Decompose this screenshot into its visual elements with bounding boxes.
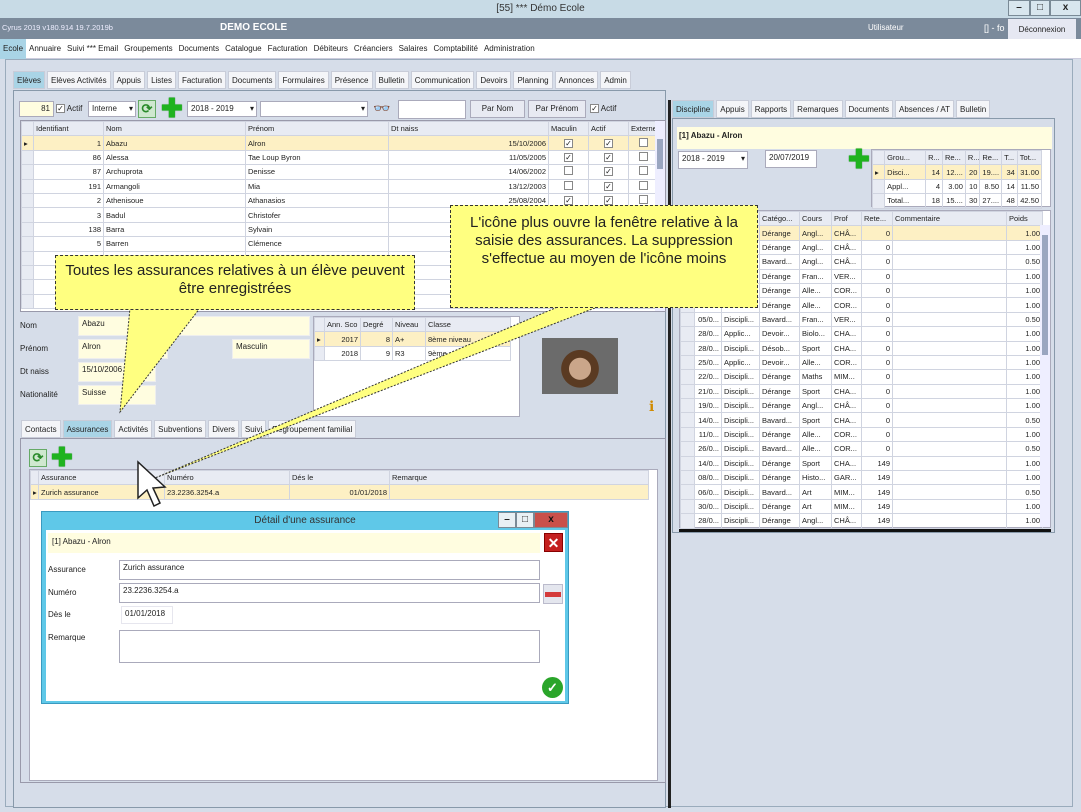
callout-left-pointer (119, 307, 202, 414)
mouse-cursor-icon (137, 460, 167, 508)
callout-left: Toutes les assurances relatives à un élè… (55, 255, 415, 310)
callout-right-pointer (154, 305, 601, 479)
callout-right: L'icône plus ouvre la fenêtre relative à… (450, 205, 758, 308)
callout-pointers (119, 305, 601, 508)
